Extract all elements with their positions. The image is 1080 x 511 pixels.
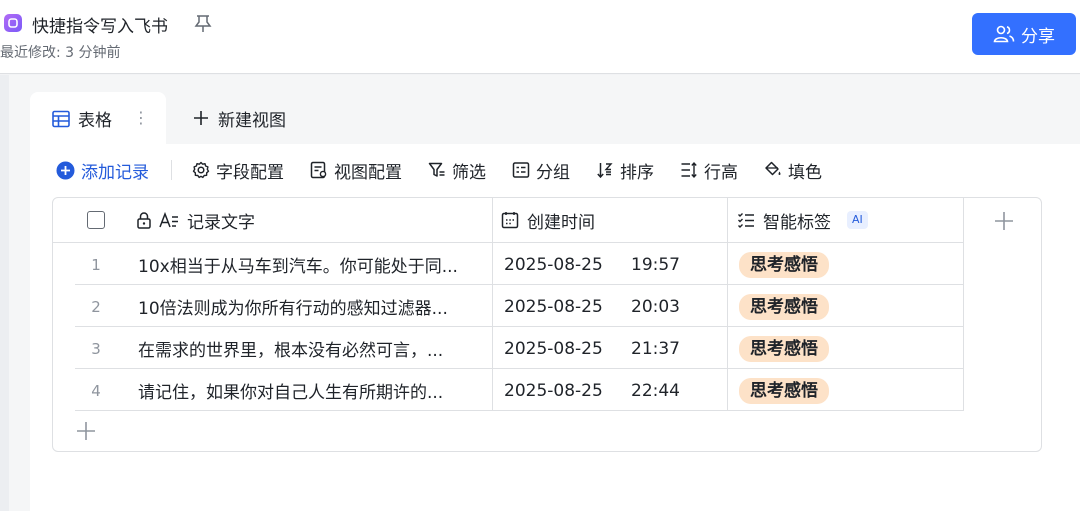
tag-chip: 思考感悟 <box>739 293 829 320</box>
column-text-label: 记录文字 <box>187 212 255 233</box>
ai-badge: AI <box>847 211 868 229</box>
filter-label: 筛选 <box>452 162 486 183</box>
paint-bucket-icon <box>765 161 781 176</box>
row-height-icon <box>681 161 697 179</box>
cell-time[interactable]: 20:03 <box>631 286 711 327</box>
add-row-plus-icon[interactable] <box>75 420 97 442</box>
cell-time[interactable]: 21:37 <box>631 328 711 369</box>
column-created-label: 创建时间 <box>527 212 595 233</box>
cell-text[interactable]: 10倍法则成为你所有行动的感知过滤器... <box>138 286 488 327</box>
sort-icon <box>597 163 613 179</box>
cell-date[interactable]: 2025-08-25 <box>504 370 624 411</box>
text-field-icon <box>159 211 178 227</box>
column-divider <box>963 198 964 410</box>
gear-icon <box>192 161 210 179</box>
add-record-label: 添加记录 <box>81 162 149 183</box>
list-icon <box>738 213 754 228</box>
cell-text[interactable]: 10x相当于从马车到汽车。你可能处于同... <box>138 244 488 285</box>
select-all-checkbox[interactable] <box>87 198 105 243</box>
pin-icon[interactable] <box>194 13 212 33</box>
sort-button[interactable]: 排序 <box>596 158 654 183</box>
cell-time[interactable]: 19:57 <box>631 244 711 285</box>
group-label: 分组 <box>536 162 570 183</box>
fill-color-button[interactable]: 填色 <box>764 158 822 183</box>
column-header-tags[interactable]: 智能标签 AI <box>737 198 957 243</box>
cell-date[interactable]: 2025-08-25 <box>504 286 624 327</box>
users-icon <box>993 25 1015 43</box>
filter-button[interactable]: 筛选 <box>428 158 486 183</box>
toolbar: 添加记录 字段配置 视图配置 筛选 分组 排序 行高 填色 <box>56 156 848 184</box>
lock-icon <box>137 211 151 229</box>
column-divider <box>727 198 728 410</box>
view-config-label: 视图配置 <box>334 162 402 183</box>
cell-date[interactable]: 2025-08-25 <box>504 328 624 369</box>
cell-date[interactable]: 2025-08-25 <box>504 244 624 285</box>
group-icon <box>512 162 530 178</box>
tag-chip: 思考感悟 <box>739 335 829 362</box>
tag-chip: 思考感悟 <box>739 251 829 278</box>
doc-header: 快捷指令写入飞书 最近修改: 3 分钟前 分享 <box>0 0 1080 74</box>
row-number: 3 <box>91 339 101 358</box>
tab-more-icon[interactable]: ⋮ <box>132 107 150 129</box>
new-view-button[interactable]: 新建视图 <box>192 104 286 132</box>
data-grid: 记录文字 创建时间 智能标签 AI 1 10x相当于从马车到汽车。你可能处于同.… <box>52 197 1042 452</box>
left-strip <box>0 75 9 511</box>
cell-tag[interactable]: 思考感悟 <box>739 370 939 411</box>
column-header-created[interactable]: 创建时间 <box>501 198 721 243</box>
group-button[interactable]: 分组 <box>512 158 570 183</box>
doc-title[interactable]: 快捷指令写入飞书 <box>32 12 168 37</box>
row-number: 2 <box>91 297 101 316</box>
column-tags-label: 智能标签 <box>763 212 831 233</box>
row-height-button[interactable]: 行高 <box>680 158 738 183</box>
shortcut-app-icon <box>4 14 22 32</box>
row-number: 4 <box>91 381 101 400</box>
fill-color-label: 填色 <box>788 162 822 183</box>
table-icon <box>52 110 70 127</box>
field-config-label: 字段配置 <box>216 162 284 183</box>
cell-tag[interactable]: 思考感悟 <box>739 328 939 369</box>
checkbox-box[interactable] <box>87 211 105 229</box>
plus-icon <box>194 111 208 125</box>
field-config-button[interactable]: 字段配置 <box>192 158 284 183</box>
toolbar-divider <box>171 160 172 180</box>
cell-tag[interactable]: 思考感悟 <box>739 244 939 285</box>
plus-circle-icon <box>56 161 75 179</box>
add-column-plus-icon[interactable] <box>993 210 1015 232</box>
share-label: 分享 <box>1021 26 1055 47</box>
cell-text[interactable]: 请记住，如果你对自己人生有所期许的... <box>138 370 488 411</box>
cell-text[interactable]: 在需求的世界里，根本没有必然可言，... <box>138 328 488 369</box>
column-header-text[interactable]: 记录文字 <box>137 198 487 243</box>
cell-time[interactable]: 22:44 <box>631 370 711 411</box>
cell-tag[interactable]: 思考感悟 <box>739 286 939 327</box>
calendar-icon <box>501 212 519 229</box>
new-view-label: 新建视图 <box>218 110 286 131</box>
row-number: 1 <box>91 255 101 274</box>
row-height-label: 行高 <box>704 162 738 183</box>
view-settings-icon <box>310 161 327 179</box>
sort-label: 排序 <box>620 162 654 183</box>
column-divider <box>492 198 493 410</box>
filter-icon <box>428 162 445 177</box>
add-record-button[interactable]: 添加记录 <box>56 158 149 183</box>
share-button[interactable]: 分享 <box>972 13 1076 55</box>
last-modified: 最近修改: 3 分钟前 <box>0 45 121 61</box>
tag-chip: 思考感悟 <box>739 377 829 404</box>
view-config-button[interactable]: 视图配置 <box>310 158 402 183</box>
tab-table-label: 表格 <box>78 111 112 131</box>
